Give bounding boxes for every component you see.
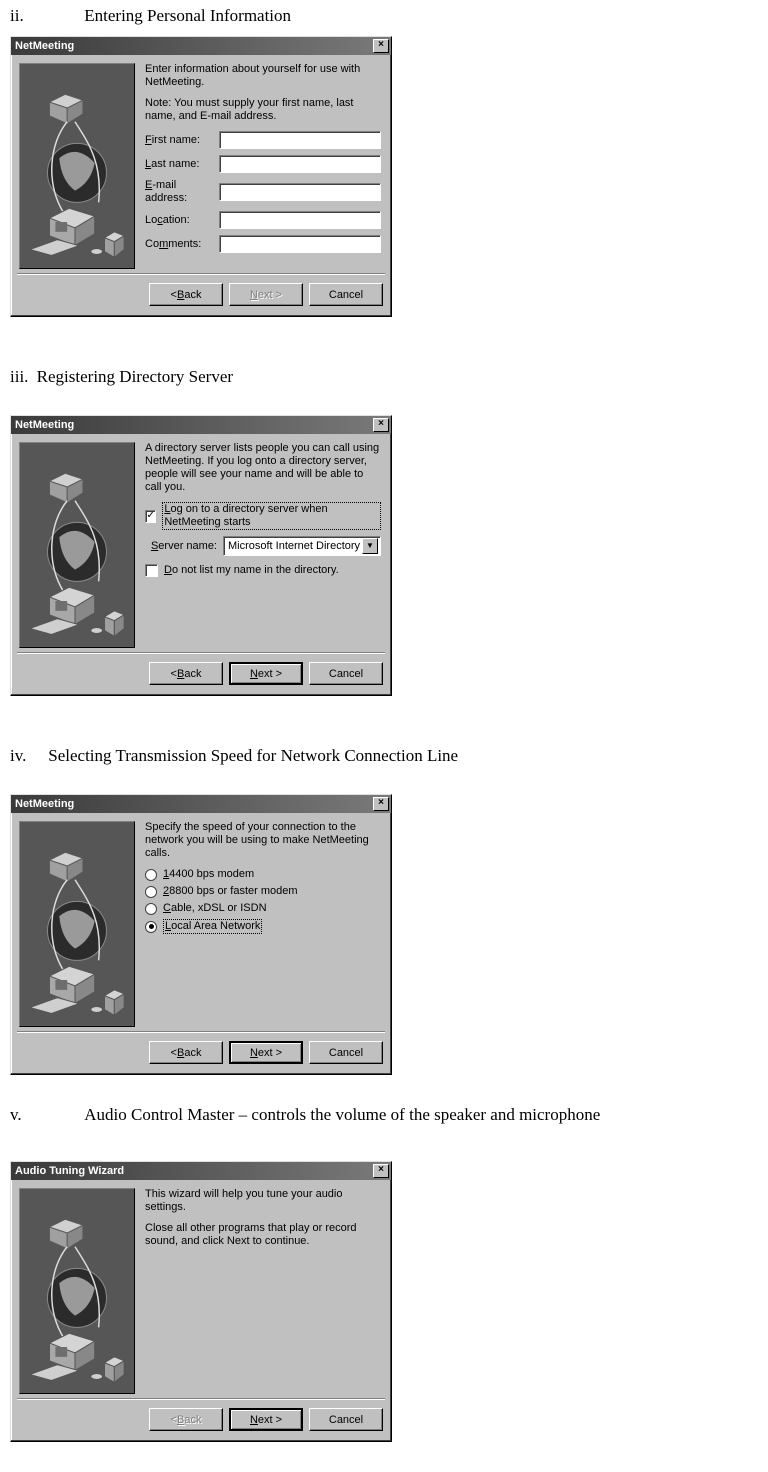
first-name-input[interactable] (219, 131, 381, 149)
audio-line1: This wizard will help you tune your audi… (145, 1188, 381, 1214)
server-name-combo[interactable]: Microsoft Internet Directory ▼ (223, 536, 381, 556)
titlebar: NetMeeting × (11, 416, 391, 434)
titlebar: Audio Tuning Wizard × (11, 1162, 391, 1180)
next-button[interactable]: Next > (229, 283, 303, 306)
radio-14400[interactable] (145, 869, 157, 881)
next-button[interactable]: Next > (229, 1041, 303, 1064)
cancel-button[interactable]: Cancel (309, 1041, 383, 1064)
note-text: Note: You must supply your first name, l… (145, 97, 381, 123)
audio-line2: Close all other programs that play or re… (145, 1222, 381, 1248)
radio-lan-label: Local Area Network (163, 919, 262, 934)
cancel-button[interactable]: Cancel (309, 662, 383, 685)
intro-text: Specify the speed of your connection to … (145, 821, 381, 860)
window-title: NetMeeting (15, 40, 373, 52)
email-input[interactable] (219, 183, 381, 201)
cancel-button[interactable]: Cancel (309, 1408, 383, 1431)
location-input[interactable] (219, 211, 381, 229)
comments-input[interactable] (219, 235, 381, 253)
back-button: < Back (149, 1408, 223, 1431)
close-button[interactable]: × (373, 39, 389, 53)
window-title: NetMeeting (15, 419, 373, 431)
dialog-directory-server: NetMeeting × A directory server lists pe… (10, 415, 392, 696)
radio-28800[interactable] (145, 886, 157, 898)
radio-28800-label: 28800 bps or faster modem (163, 885, 298, 898)
intro-text: Enter information about yourself for use… (145, 63, 381, 89)
window-title: NetMeeting (15, 798, 373, 810)
logon-checkbox[interactable] (145, 510, 156, 523)
close-button[interactable]: × (373, 418, 389, 432)
caption-iv: iv. Selecting Transmission Speed for Net… (10, 746, 758, 766)
first-name-label: First name: (145, 134, 219, 147)
wizard-graphic (19, 63, 135, 269)
close-button[interactable]: × (373, 1164, 389, 1178)
email-label: E-mail address: (145, 179, 219, 205)
cancel-button[interactable]: Cancel (309, 283, 383, 306)
radio-cable-label: Cable, xDSL or ISDN (163, 902, 267, 915)
server-name-label: Server name: (145, 540, 223, 553)
back-button[interactable]: < Back (149, 1041, 223, 1064)
dialog-audio-wizard: Audio Tuning Wizard × This wizard will h… (10, 1161, 392, 1442)
radio-cable[interactable] (145, 903, 157, 915)
caption-iii: iii. Registering Directory Server (10, 367, 758, 387)
titlebar: NetMeeting × (11, 795, 391, 813)
radio-lan[interactable] (145, 921, 157, 933)
window-title: Audio Tuning Wizard (15, 1165, 373, 1177)
location-label: Location: (145, 214, 219, 227)
next-button[interactable]: Next > (229, 1408, 303, 1431)
back-button[interactable]: < Back (149, 662, 223, 685)
titlebar: NetMeeting × (11, 37, 391, 55)
next-button[interactable]: Next > (229, 662, 303, 685)
radio-14400-label: 14400 bps modem (163, 868, 254, 881)
chevron-down-icon[interactable]: ▼ (362, 538, 378, 554)
nolist-checkbox[interactable] (145, 564, 158, 577)
last-name-label: Last name: (145, 158, 219, 171)
caption-ii: ii. Entering Personal Information (10, 6, 758, 26)
dialog-personal-info: NetMeeting × Enter information about you… (10, 36, 392, 317)
wizard-graphic (19, 1188, 135, 1394)
intro-text: A directory server lists people you can … (145, 442, 381, 494)
back-button[interactable]: < Back (149, 283, 223, 306)
wizard-graphic (19, 821, 135, 1027)
close-button[interactable]: × (373, 797, 389, 811)
logon-checkbox-label: Log on to a directory server when NetMee… (162, 502, 381, 530)
nolist-checkbox-label: Do not list my name in the directory. (164, 564, 339, 577)
wizard-graphic (19, 442, 135, 648)
dialog-connection-speed: NetMeeting × Specify the speed of your c… (10, 794, 392, 1075)
caption-v: v. Audio Control Master – controls the v… (10, 1105, 758, 1125)
comments-label: Comments: (145, 238, 219, 251)
last-name-input[interactable] (219, 155, 381, 173)
